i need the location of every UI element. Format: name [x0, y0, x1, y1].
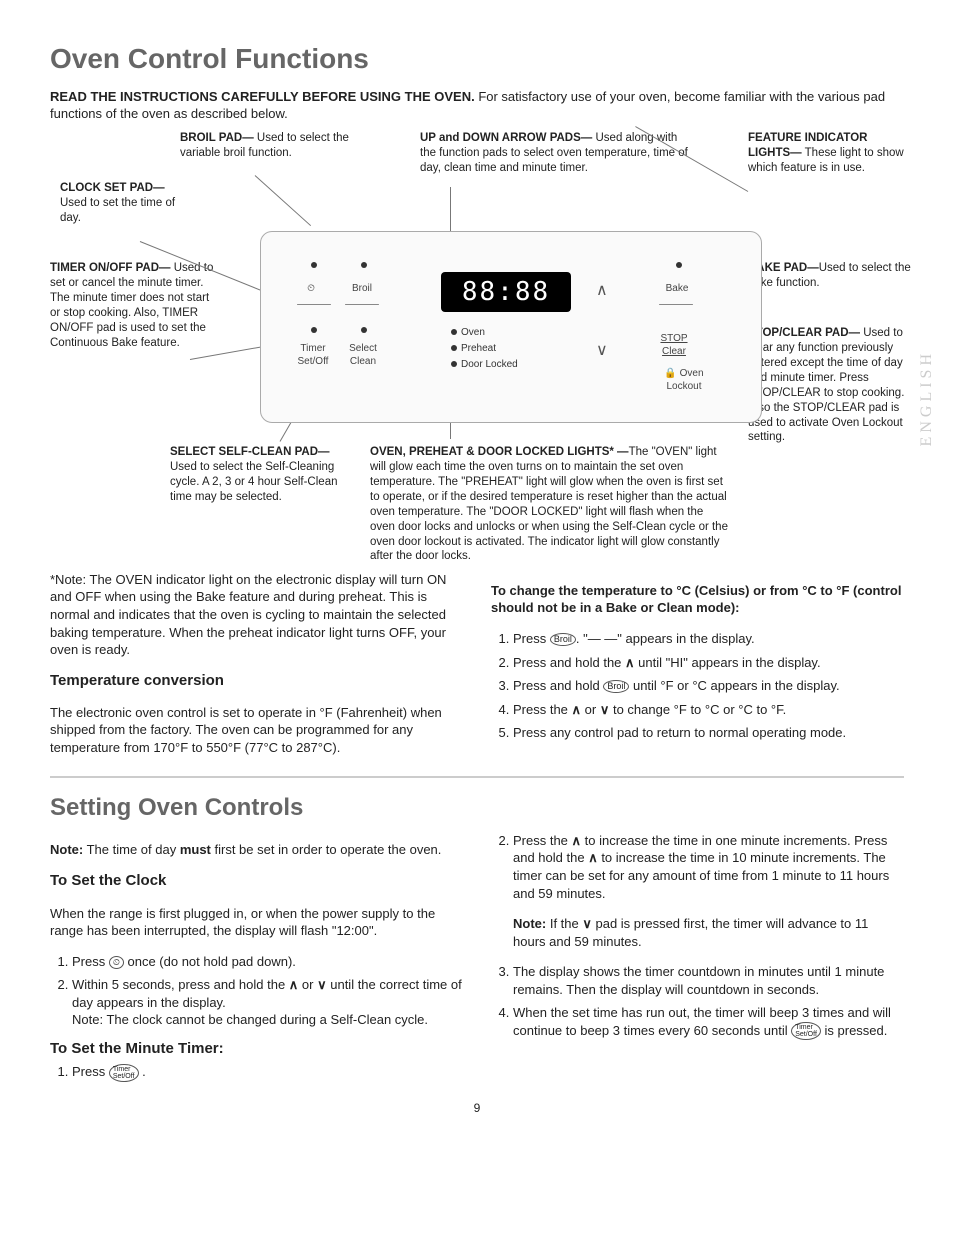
temp-conversion-text: The electronic oven control is set to op…: [50, 704, 463, 757]
list-item: Press ⏲ once (do not hold pad down).: [72, 953, 463, 971]
pad-bake[interactable]: Bake: [661, 282, 693, 296]
callout-clock-set: CLOCK SET PAD— Used to set the time of d…: [60, 181, 180, 226]
minute-timer-steps-cont: Press the ∧ to increase the time in one …: [491, 832, 904, 1040]
lamp-door-locked: Door Locked: [451, 358, 518, 372]
list-item: The display shows the timer countdown in…: [513, 963, 904, 998]
up-arrow-icon: ∧: [289, 977, 299, 992]
broil-icon: Broil: [550, 633, 576, 646]
set-minute-timer-steps: Press Timer Set/Off .: [50, 1063, 463, 1082]
callout-stop-clear: STOP/CLEAR PAD— Used to clear any functi…: [748, 326, 918, 446]
set-clock-text: When the range is first plugged in, or w…: [50, 905, 463, 940]
list-item: Press any control pad to return to norma…: [513, 724, 904, 742]
clock-icon: ⏲: [109, 956, 124, 969]
pad-clock[interactable]: ⏲: [297, 282, 325, 296]
list-item: Press Timer Set/Off .: [72, 1063, 463, 1082]
timer-icon: Timer Set/Off: [791, 1022, 821, 1040]
heading-setting-oven-controls: Setting Oven Controls: [50, 792, 904, 824]
up-arrow-icon: ∧: [625, 655, 635, 670]
heading-temp-conversion: Temperature conversion: [50, 671, 463, 691]
divider: [50, 776, 904, 778]
heading-change-temp: To change the temperature to °C (Celsius…: [491, 582, 904, 617]
note-must-set-time: Note: The time of day must first be set …: [50, 841, 463, 859]
list-item: Press the ∧ to increase the time in one …: [513, 832, 904, 950]
callout-feature-lights: FEATURE INDICATOR LIGHTS— These light to…: [748, 131, 908, 176]
down-arrow-icon: ∨: [317, 977, 327, 992]
set-clock-steps: Press ⏲ once (do not hold pad down). Wit…: [50, 953, 463, 1029]
list-item: When the set time has run out, the timer…: [513, 1004, 904, 1040]
language-tab: ENGLISH: [916, 350, 938, 446]
list-item: Press Broil. "— —" appears in the displa…: [513, 630, 904, 648]
list-item: Press the ∧ or ∨ to change °F to °C or °…: [513, 701, 904, 719]
down-arrow-icon: ∨: [600, 702, 610, 717]
up-arrow-icon: ∧: [572, 702, 582, 717]
list-item: Press and hold Broil until °F or °C appe…: [513, 677, 904, 695]
heading-set-clock: To Set the Clock: [50, 871, 463, 891]
oven-indicator-note: *Note: The OVEN indicator light on the e…: [50, 569, 463, 661]
pad-oven-lockout[interactable]: 🔒 Oven Lockout: [659, 367, 709, 394]
change-temp-steps: Press Broil. "— —" appears in the displa…: [491, 630, 904, 742]
pad-broil[interactable]: Broil: [347, 282, 377, 296]
lamp-oven: Oven: [451, 326, 485, 340]
callout-broil: BROIL PAD— Used to select the variable b…: [180, 131, 370, 161]
down-arrow-pad[interactable]: ∨: [596, 340, 608, 362]
callout-bake: BAKE PAD—Used to select the bake functio…: [748, 261, 913, 291]
clock-note: Note: The clock cannot be changed during…: [72, 1012, 428, 1027]
oven-control-panel: ⏲ Broil Bake 88:88 ∧ ∨ Timer Set/Off Sel…: [260, 231, 762, 423]
lamp-preheat: Preheat: [451, 342, 496, 356]
heading-set-minute-timer: To Set the Minute Timer:: [50, 1039, 463, 1059]
up-arrow-icon: ∧: [588, 850, 598, 865]
control-panel-diagram: BROIL PAD— Used to select the variable b…: [50, 131, 904, 561]
list-item: Within 5 seconds, press and hold the ∧ o…: [72, 976, 463, 1029]
callout-indicator-lights: OVEN, PREHEAT & DOOR LOCKED LIGHTS* —The…: [370, 445, 730, 565]
callout-arrows: UP and DOWN ARROW PADS— Used along with …: [420, 131, 690, 176]
up-arrow-icon: ∧: [572, 833, 582, 848]
up-arrow-pad[interactable]: ∧: [596, 280, 608, 302]
intro-paragraph: READ THE INSTRUCTIONS CAREFULLY BEFORE U…: [50, 88, 904, 123]
pad-select-clean[interactable]: Select Clean: [343, 342, 383, 369]
broil-icon: Broil: [603, 680, 629, 693]
callout-timer-onoff: TIMER ON/OFF PAD— Used to set or cancel …: [50, 261, 215, 351]
pad-stop-clear[interactable]: STOP Clear: [649, 332, 699, 359]
digital-display: 88:88: [441, 272, 571, 312]
timer-icon: Timer Set/Off: [109, 1064, 139, 1082]
timer-advance-note: Note: If the ∨ pad is pressed first, the…: [513, 915, 904, 950]
pad-timer[interactable]: Timer Set/Off: [293, 342, 333, 369]
callout-self-clean: SELECT SELF-CLEAN PAD— Used to select th…: [170, 445, 350, 505]
intro-bold: READ THE INSTRUCTIONS CAREFULLY BEFORE U…: [50, 89, 475, 104]
list-item: Press and hold the ∧ until "HI" appears …: [513, 654, 904, 672]
page-title: Oven Control Functions: [50, 40, 904, 78]
page-number: 9: [50, 1100, 904, 1116]
down-arrow-icon: ∨: [582, 916, 592, 931]
